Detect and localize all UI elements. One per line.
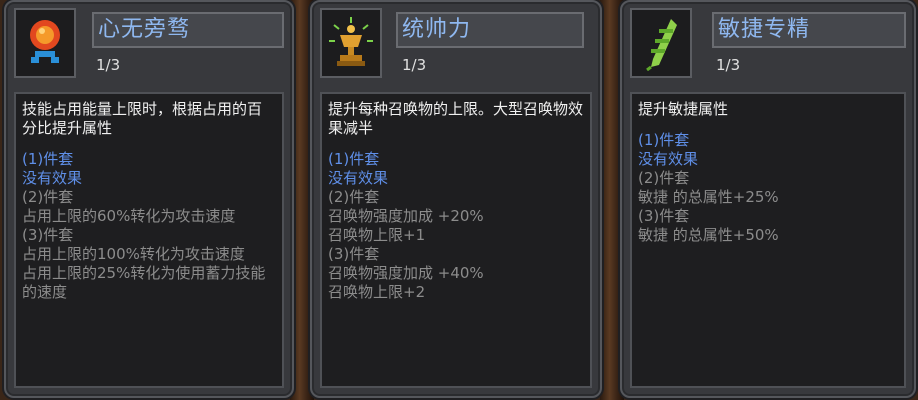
- tier-3-effect: 敏捷 的总属性+50%: [638, 226, 779, 244]
- card-icon-frame: [320, 8, 382, 78]
- orange-red-orb-icon: [30, 20, 60, 63]
- tier-3-label: (3)件套: [638, 207, 690, 225]
- card-description: 技能占用能量上限时，根据占用的百分比提升属性: [22, 100, 263, 137]
- card-description: 提升敏捷属性: [638, 100, 729, 118]
- card-icon-frame: [14, 8, 76, 78]
- tier-1-effect: 没有效果: [328, 169, 389, 187]
- card-icon-frame: [630, 8, 692, 78]
- tier-1-label: (1)件套: [22, 150, 74, 168]
- card-title: 统帅力: [396, 12, 584, 48]
- set-card-2[interactable]: 统帅力 1/3 提升每种召唤物的上限。大型召唤物效果减半 (1)件套 没有效果 …: [310, 0, 602, 398]
- tier-2-label: (2)件套: [328, 188, 380, 206]
- green-feather-icon: [646, 19, 677, 71]
- tier-3-label: (3)件套: [328, 245, 380, 263]
- card-title: 心无旁骛: [92, 12, 284, 48]
- tier-3-effect: 召唤物强度加成 +40% 召唤物上限+2: [328, 264, 484, 301]
- description-panel: 提升敏捷属性 (1)件套 没有效果 (2)件套 敏捷 的总属性+25% (3)件…: [630, 92, 906, 388]
- tier-2-effect: 召唤物强度加成 +20% 召唤物上限+1: [328, 207, 484, 244]
- card-level: 1/3: [716, 56, 741, 74]
- golden-chalice-icon: [329, 17, 373, 66]
- tier-2-label: (2)件套: [22, 188, 74, 206]
- card-title: 敏捷专精: [712, 12, 906, 48]
- description-panel: 技能占用能量上限时，根据占用的百分比提升属性 (1)件套 没有效果 (2)件套 …: [14, 92, 284, 388]
- card-level: 1/3: [96, 56, 121, 74]
- description-panel: 提升每种召唤物的上限。大型召唤物效果减半 (1)件套 没有效果 (2)件套 召唤…: [320, 92, 592, 388]
- card-level: 1/3: [402, 56, 427, 74]
- set-card-1[interactable]: 心无旁骛 1/3 技能占用能量上限时，根据占用的百分比提升属性 (1)件套 没有…: [4, 0, 294, 398]
- tier-2-label: (2)件套: [638, 169, 690, 187]
- tier-2-effect: 占用上限的60%转化为攻击速度: [22, 207, 236, 225]
- set-card-3[interactable]: 敏捷专精 1/3 提升敏捷属性 (1)件套 没有效果 (2)件套 敏捷 的总属性…: [620, 0, 916, 398]
- tier-1-effect: 没有效果: [22, 169, 83, 187]
- card-description: 提升每种召唤物的上限。大型召唤物效果减半: [328, 100, 584, 137]
- tier-2-effect: 敏捷 的总属性+25%: [638, 188, 779, 206]
- tier-1-label: (1)件套: [638, 131, 690, 149]
- tier-3-effect: 占用上限的100%转化为攻击速度 占用上限的25%转化为使用蓄力技能的速度: [22, 245, 266, 301]
- tier-1-label: (1)件套: [328, 150, 380, 168]
- tier-3-label: (3)件套: [22, 226, 74, 244]
- tier-1-effect: 没有效果: [638, 150, 699, 168]
